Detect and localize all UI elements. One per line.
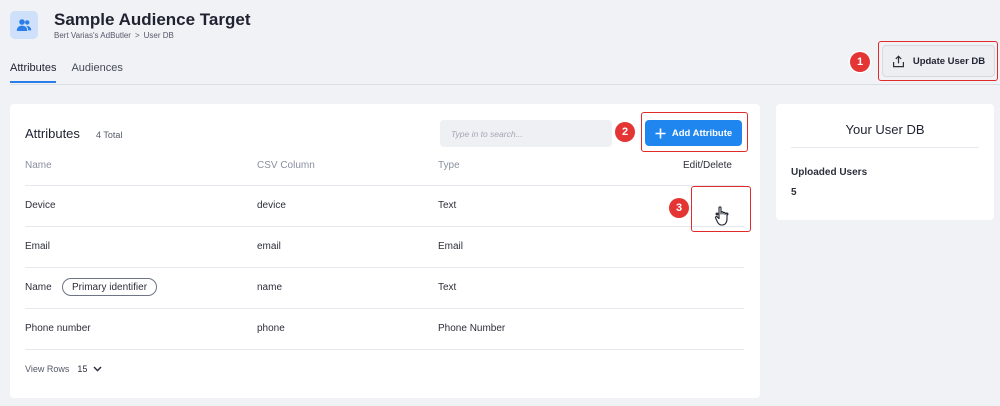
row-divider [25,349,744,350]
highlight-box-2 [641,112,748,152]
uploaded-users-count: 5 [791,187,797,198]
chevron-down-icon [93,366,102,372]
column-header-type: Type [438,160,460,171]
rows-per-page-value: 15 [77,364,88,374]
cell-csv: email [257,241,281,252]
row-divider [25,185,744,186]
annotation-badge-2: 2 [615,122,635,142]
page-title: Sample Audience Target [54,10,251,29]
cell-type: Phone Number [438,323,506,334]
cell-type: Text [438,282,457,293]
highlight-box-3 [691,186,751,232]
breadcrumb: Bert Varias's AdButler > User DB [54,31,174,40]
highlight-box-1 [878,41,998,81]
breadcrumb-current: User DB [143,31,174,40]
column-header-name: Name [25,160,52,171]
cell-csv: device [257,200,286,211]
cell-name: Device [25,200,56,211]
rows-per-page-select[interactable]: 15 [77,364,102,374]
cell-name: Phone number [25,323,91,334]
tab-bar: Attributes Audiences [10,62,123,83]
row-divider [25,267,744,268]
cell-name: Email [25,241,51,252]
cell-csv: name [257,282,283,293]
breadcrumb-separator: > [134,31,140,40]
users-icon [10,11,38,39]
annotation-badge-3: 3 [669,198,689,218]
column-header-edit-delete: Edit/Delete [683,160,732,171]
view-rows-control: View Rows 15 [25,364,102,374]
row-divider [25,308,744,309]
user-db-card: Your User DB Uploaded Users 5 [776,104,994,220]
cell-type: Text [438,200,457,211]
breadcrumb-account[interactable]: Bert Varias's AdButler [54,31,131,40]
uploaded-users-label: Uploaded Users [791,167,868,178]
user-db-divider [791,147,979,148]
cell-csv: phone [257,323,285,334]
attributes-count: 4 Total [96,130,123,140]
column-header-csv: CSV Column [257,160,315,171]
search-input[interactable] [440,120,612,147]
tab-audiences[interactable]: Audiences [71,62,122,83]
annotation-badge-1: 1 [850,52,870,72]
cell-name: Name [25,282,52,293]
user-db-title: Your User DB [845,122,925,137]
view-rows-label: View Rows [25,364,70,374]
row-divider [25,226,744,227]
tabs-divider [10,84,1000,85]
attributes-title: Attributes [25,126,80,141]
cell-type: Email [438,241,464,252]
primary-identifier-badge: Primary identifier [62,278,158,296]
tab-attributes[interactable]: Attributes [10,62,57,83]
